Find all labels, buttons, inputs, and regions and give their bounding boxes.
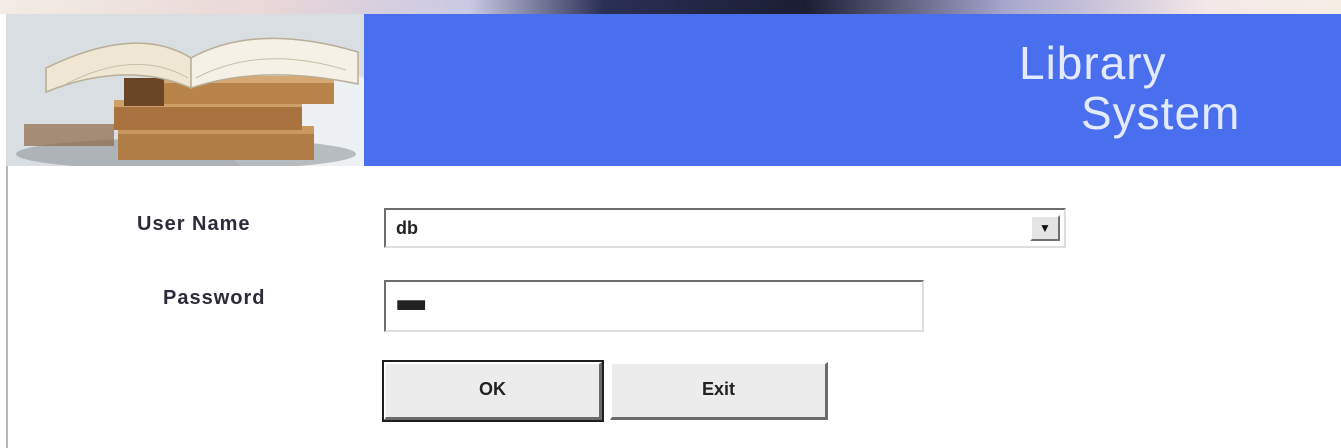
user-name-combobox[interactable]: db ▼	[384, 208, 1066, 248]
top-decorative-strip	[0, 0, 1341, 14]
login-window: Library System User Name db ▼ Password ■…	[0, 0, 1341, 448]
app-title-line1: Library	[1019, 37, 1167, 89]
user-name-value: db	[396, 218, 418, 238]
chevron-down-icon[interactable]: ▼	[1030, 215, 1060, 241]
login-form: User Name db ▼ Password ■■■ OK Exit	[6, 166, 1341, 448]
ok-button[interactable]: OK	[382, 360, 604, 422]
password-masked-value: ■■■	[396, 294, 426, 316]
books-logo	[6, 14, 364, 166]
exit-button[interactable]: Exit	[610, 362, 828, 420]
app-title-line2: System	[1081, 87, 1241, 139]
password-field[interactable]: ■■■	[384, 280, 924, 332]
user-name-label: User Name	[137, 213, 251, 235]
app-title: Library System	[911, 38, 1331, 138]
password-label: Password	[163, 287, 266, 309]
